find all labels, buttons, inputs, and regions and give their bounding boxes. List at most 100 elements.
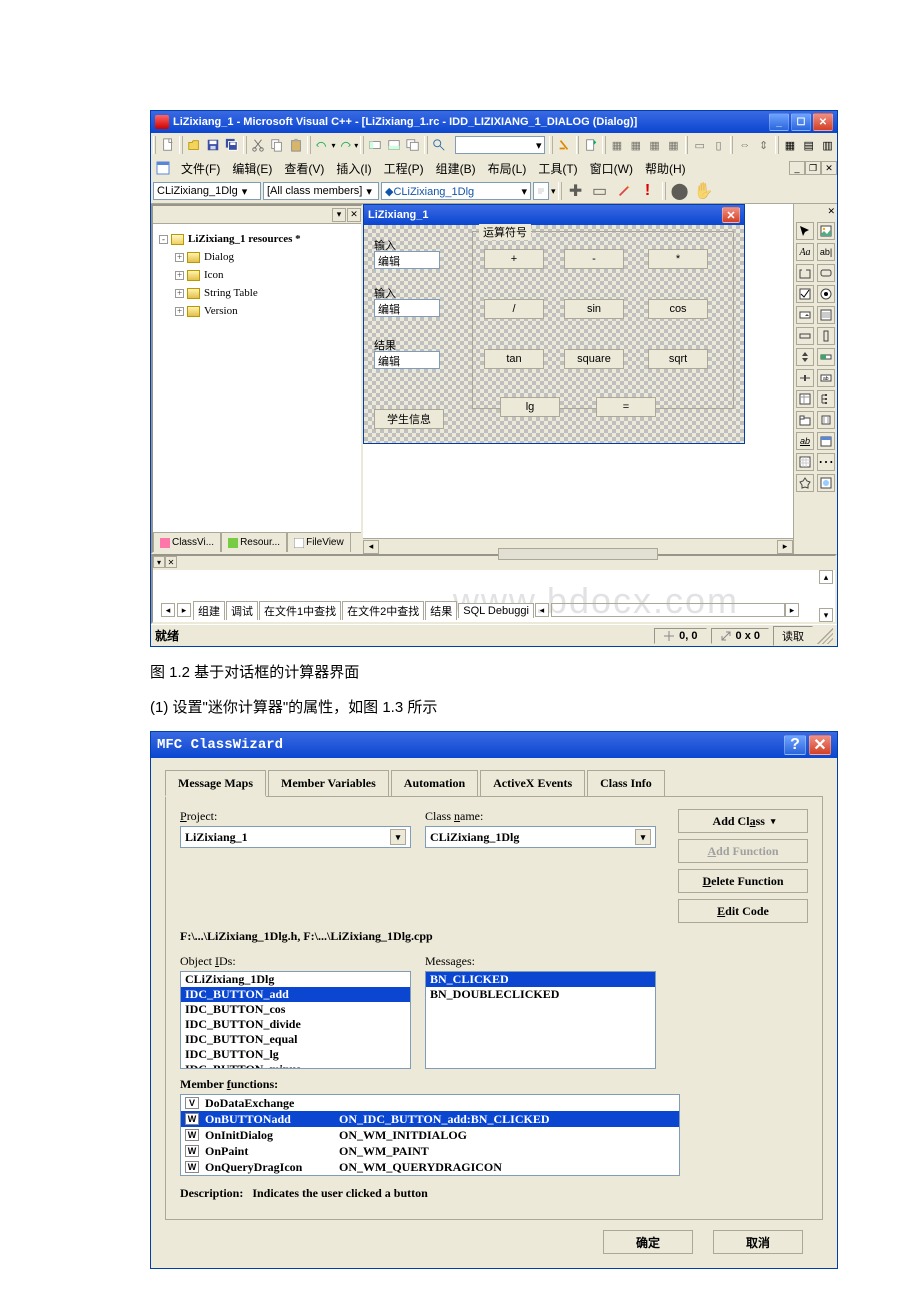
project-combo[interactable]: LiZixiang_1▾ xyxy=(180,826,411,848)
find-in-files-icon[interactable] xyxy=(431,135,448,155)
tab-scroll-left-icon[interactable]: ◂ xyxy=(535,603,549,617)
combobox-icon[interactable] xyxy=(796,306,814,324)
list-item[interactable]: WOnBUTTONaddON_IDC_BUTTON_add:BN_CLICKED xyxy=(181,1111,679,1127)
save-icon[interactable] xyxy=(205,135,222,155)
menu-project[interactable]: 工程(P) xyxy=(378,158,430,179)
button-cos[interactable]: cos xyxy=(648,299,708,319)
button-sqrt[interactable]: sqrt xyxy=(648,349,708,369)
menu-help[interactable]: 帮助(H) xyxy=(639,158,692,179)
tab-sql[interactable]: SQL Debuggi xyxy=(458,603,534,618)
menu-tools[interactable]: 工具(T) xyxy=(532,158,583,179)
datetimepicker-icon[interactable] xyxy=(817,432,835,450)
panel-collapse-icon[interactable]: ▾ xyxy=(332,208,346,222)
list-item[interactable]: WOnQueryDragIconON_WM_QUERYDRAGICON xyxy=(181,1159,679,1175)
menu-view[interactable]: 查看(V) xyxy=(278,158,330,179)
save-all-icon[interactable] xyxy=(223,135,240,155)
collapse-icon[interactable]: - xyxy=(159,235,168,244)
tab-nav-right-icon[interactable]: ▸ xyxy=(177,603,191,617)
hscrollbar[interactable]: ◂ ▸ xyxy=(363,538,793,554)
list-item[interactable]: WOnInitDialogON_WM_INITDIALOG xyxy=(181,1127,679,1143)
cancel-button[interactable]: 取消 xyxy=(713,1230,803,1254)
button-square[interactable]: square xyxy=(564,349,624,369)
dialog-titlebar[interactable]: LiZixiang_1 ✕ xyxy=(364,205,744,225)
button-lg[interactable]: lg xyxy=(500,397,560,417)
breakpoint-icon[interactable]: ⬤ xyxy=(669,181,691,201)
help-button[interactable]: ? xyxy=(784,735,806,755)
scroll-right-icon[interactable]: ▸ xyxy=(777,540,793,554)
list-item[interactable]: WOnPaintON_WM_PAINT xyxy=(181,1143,679,1159)
member-functions-list[interactable]: VDoDataExchangeWOnBUTTONaddON_IDC_BUTTON… xyxy=(180,1094,680,1176)
list-item[interactable]: VDoDataExchange xyxy=(181,1095,679,1111)
list-item[interactable]: IDC_BUTTON_add xyxy=(181,987,410,1002)
space-down-icon[interactable]: ⇕ xyxy=(755,135,772,155)
spin-icon[interactable] xyxy=(796,348,814,366)
tab-results[interactable]: 结果 xyxy=(425,601,457,620)
goto-source-icon[interactable] xyxy=(533,182,549,200)
close-button[interactable]: ✕ xyxy=(813,113,833,131)
menu-window[interactable]: 窗口(W) xyxy=(584,158,639,179)
progress-icon[interactable] xyxy=(817,348,835,366)
classname-combo[interactable]: CLiZixiang_1Dlg▾ xyxy=(425,826,656,848)
hand-icon[interactable]: ✋ xyxy=(693,181,715,201)
richedit-icon[interactable]: ab xyxy=(796,432,814,450)
expand-icon[interactable]: + xyxy=(175,289,184,298)
treectrl-icon[interactable] xyxy=(817,390,835,408)
mdi-restore-button[interactable]: ❐ xyxy=(805,161,821,175)
hotkey-icon[interactable]: ab xyxy=(817,369,835,387)
workspace-icon[interactable] xyxy=(367,135,384,155)
tab-classview[interactable]: ClassVi... xyxy=(153,532,221,552)
list-item[interactable]: IDC_BUTTON_equal xyxy=(181,1032,410,1047)
list-item[interactable]: IDC_BUTTON_cos xyxy=(181,1002,410,1017)
custom-icon[interactable] xyxy=(796,474,814,492)
object-ids-list[interactable]: CLiZixiang_1DlgIDC_BUTTON_addIDC_BUTTON_… xyxy=(180,971,411,1069)
tabctrl-icon[interactable] xyxy=(796,411,814,429)
tree-node-version[interactable]: Version xyxy=(204,302,238,320)
delete-function-button[interactable]: Delete Function xyxy=(678,869,808,893)
tab-activex[interactable]: ActiveX Events xyxy=(480,770,585,796)
undo-icon[interactable] xyxy=(314,135,331,155)
monthcal-icon[interactable] xyxy=(796,453,814,471)
list-item[interactable]: IDC_BUTTON_lg xyxy=(181,1047,410,1062)
edit-field-2[interactable]: 编辑 xyxy=(374,299,440,317)
vscrollbar-icon[interactable] xyxy=(817,327,835,345)
list-item[interactable]: BN_CLICKED xyxy=(426,972,655,987)
wizard-new-form-icon[interactable]: ▭ xyxy=(589,181,611,201)
radio-icon[interactable] xyxy=(817,285,835,303)
list-item[interactable]: CLiZixiang_1Dlg xyxy=(181,972,410,987)
align-right-icon[interactable]: ▦ xyxy=(646,135,663,155)
menu-file[interactable]: 文件(F) xyxy=(175,158,226,179)
red-exclaim-icon[interactable]: ! xyxy=(637,181,659,201)
ipaddress-icon[interactable]: ⋯ xyxy=(817,453,835,471)
class-combo[interactable]: CLiZixiang_1Dlg▾ xyxy=(153,182,261,200)
button-div[interactable]: / xyxy=(484,299,544,319)
dialog-surface[interactable]: LiZixiang_1 ✕ 运算符号 输入 编辑 输入 编辑 结果 xyxy=(363,204,745,444)
tab-nav-left-icon[interactable]: ◂ xyxy=(161,603,175,617)
minimize-button[interactable]: _ xyxy=(769,113,789,131)
groupbox-icon[interactable] xyxy=(796,264,814,282)
align-top-icon[interactable]: ▦ xyxy=(665,135,682,155)
button-eq[interactable]: = xyxy=(596,397,656,417)
find-combo[interactable]: ▾ xyxy=(455,136,546,154)
button-sin[interactable]: sin xyxy=(564,299,624,319)
tab-find2[interactable]: 在文件2中查找 xyxy=(342,601,424,620)
bookmark-icon[interactable] xyxy=(582,135,599,155)
slider-icon[interactable] xyxy=(796,369,814,387)
button-minus[interactable]: - xyxy=(564,249,624,269)
menu-layout[interactable]: 布局(L) xyxy=(482,158,533,179)
same-width-icon[interactable]: ▭ xyxy=(691,135,708,155)
expand-icon[interactable]: + xyxy=(175,307,184,316)
checkbox-icon[interactable] xyxy=(796,285,814,303)
edit-code-button[interactable]: Edit Code xyxy=(678,899,808,923)
edit-field-result[interactable]: 编辑 xyxy=(374,351,440,369)
button-tan[interactable]: tan xyxy=(484,349,544,369)
tab-automation[interactable]: Automation xyxy=(391,770,478,796)
scroll-left-icon[interactable]: ◂ xyxy=(363,540,379,554)
list-item[interactable]: IDC_BUTTON_minus xyxy=(181,1062,410,1069)
copy-icon[interactable] xyxy=(269,135,286,155)
button-mul[interactable]: * xyxy=(648,249,708,269)
chevron-down-icon[interactable]: ▾ xyxy=(635,829,651,845)
tab-find1[interactable]: 在文件1中查找 xyxy=(259,601,341,620)
listbox-icon[interactable] xyxy=(817,306,835,324)
output-collapse-icon[interactable]: ▾ xyxy=(153,556,165,568)
same-height-icon[interactable]: ▯ xyxy=(710,135,727,155)
